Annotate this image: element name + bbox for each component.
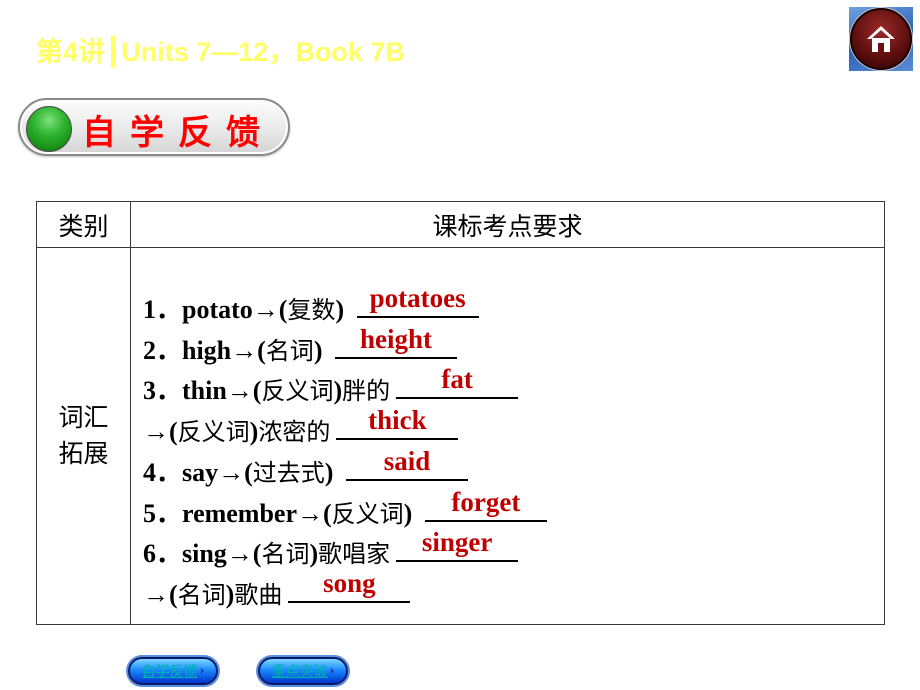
- answer-text: said: [383, 445, 431, 476]
- exercise-item: 1．potato→(复数) potatoes: [143, 284, 884, 329]
- exercise-prompt-end: ): [335, 295, 351, 324]
- content-cell: 1．potato→(复数) potatoes 2．high→(名词) height…: [130, 247, 885, 625]
- exercise-prompt: 1．potato→(: [143, 295, 288, 324]
- category-cell: 词汇拓展: [36, 247, 131, 625]
- exercise-meaning: 浓密的: [258, 418, 331, 447]
- header-requirements: 课标考点要求: [130, 201, 885, 248]
- table-row: 词汇拓展 1．potato→(复数) potatoes 2．high→(名词) h…: [36, 247, 885, 625]
- exercise-list: 1．potato→(复数) potatoes 2．high→(名词) height…: [131, 248, 884, 614]
- home-button[interactable]: [849, 7, 913, 71]
- nav-label: 重点突破: [271, 664, 328, 680]
- exercise-item: →(反义词)浓密的 thick: [143, 406, 884, 451]
- section-header: 自学反馈: [18, 98, 290, 156]
- category-label: 词汇拓展: [58, 403, 109, 468]
- vocabulary-table: 类别 课标考点要求 词汇拓展 1．potato→(复数) potatoes 2．h…: [36, 201, 885, 625]
- exercise-hint: 名词: [177, 580, 226, 609]
- nav-key-points-button[interactable]: 重点突破 ›: [258, 657, 348, 685]
- exercise-prompt: 6．sing→(: [143, 539, 262, 569]
- answer-text: thick: [368, 405, 427, 436]
- answer-text: fat: [441, 364, 473, 395]
- exercise-hint: 过去式: [252, 458, 325, 487]
- answer-text: singer: [421, 527, 493, 558]
- section-title: 自学反馈: [82, 113, 274, 153]
- chevron-right-icon: ›: [329, 663, 335, 678]
- nav-label: 自学反馈: [141, 664, 198, 680]
- exercise-item: →(名词)歌曲 song: [143, 569, 884, 614]
- exercise-prompt-end: ): [333, 376, 343, 406]
- chevron-right-icon: ›: [199, 663, 205, 678]
- exercise-prompt: 5．remember→(: [143, 498, 332, 528]
- answer-blank[interactable]: forget: [424, 488, 547, 522]
- answer-text: song: [323, 567, 376, 598]
- answer-blank[interactable]: singer: [396, 528, 519, 563]
- answer-blank[interactable]: potatoes: [356, 284, 479, 318]
- answer-blank[interactable]: said: [345, 447, 468, 481]
- answer-text: forget: [451, 486, 521, 517]
- exercise-prompt-end: ): [403, 498, 419, 528]
- exercise-item: 3．thin→(反义词)胖的 fat: [143, 365, 884, 410]
- answer-blank[interactable]: height: [334, 325, 457, 359]
- exercise-prompt-end: ): [313, 335, 329, 365]
- answer-text: potatoes: [369, 283, 466, 313]
- exercise-meaning: 胖的: [342, 377, 391, 406]
- exercise-prompt-end: ): [309, 539, 319, 569]
- exercise-prompt-end: ): [324, 457, 340, 487]
- exercise-hint: 反义词: [261, 377, 334, 406]
- exercise-item: 5．remember→(反义词) forget: [143, 488, 884, 533]
- answer-blank[interactable]: song: [288, 569, 411, 603]
- exercise-item: 6．sing→(名词)歌唱家 singer: [143, 528, 884, 573]
- home-icon: [850, 8, 912, 70]
- green-dot-icon: [26, 106, 72, 152]
- exercise-meaning: 歌唱家: [318, 540, 391, 569]
- nav-self-study-feedback-button[interactable]: 自学反馈 ›: [128, 657, 218, 685]
- exercise-prompt: 4．say→(: [143, 457, 253, 487]
- exercise-hint: 复数: [287, 296, 336, 324]
- exercise-prompt: 2．high→(: [143, 335, 266, 365]
- exercise-hint: 名词: [265, 336, 314, 365]
- exercise-prompt: →(: [143, 579, 178, 609]
- header-category: 类别: [36, 201, 131, 248]
- answer-text: height: [359, 323, 432, 354]
- exercise-hint: 反义词: [331, 499, 404, 528]
- exercise-hint: 名词: [261, 540, 310, 569]
- exercise-prompt: →(: [143, 417, 178, 447]
- exercise-hint: 反义词: [177, 418, 250, 447]
- exercise-item: 4．say→(过去式) said: [143, 447, 884, 492]
- page-title: 第4讲┃Units 7—12，Book 7B: [36, 37, 405, 67]
- answer-blank[interactable]: fat: [396, 365, 519, 400]
- answer-blank[interactable]: thick: [336, 406, 459, 441]
- exercise-meaning: 歌曲: [234, 580, 283, 609]
- exercise-item: 2．high→(名词) height: [143, 325, 884, 370]
- exercise-prompt: 3．thin→(: [143, 376, 262, 406]
- table-header-row: 类别 课标考点要求: [36, 201, 885, 248]
